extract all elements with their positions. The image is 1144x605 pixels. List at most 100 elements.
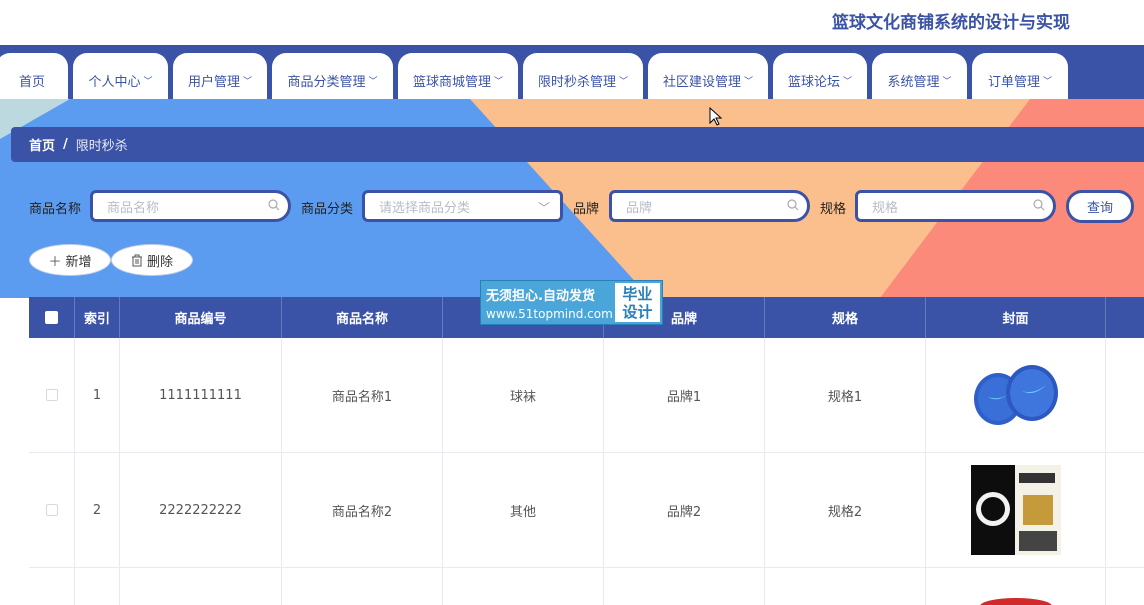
nav-item-label: 社区建设管理 [662,74,741,90]
index-cell: 1 [75,338,120,452]
chevron-down-icon: ﹀ [537,201,550,215]
nav-item-label: 限时秒杀管理 [537,74,616,90]
category-cell: 球袜 [443,338,604,452]
nav-item-label: 篮球论坛 [787,74,840,90]
watermark-badge-box: 毕业 设计 [614,283,660,322]
brand-cell: 品牌2 [604,453,765,567]
spec-cell [765,568,926,605]
mouse-cursor-icon [709,107,723,126]
top-bar: 篮球文化商铺系统的设计与实现 [0,0,1144,45]
breadcrumb-current: 限时秒杀 [75,139,128,154]
nav-item-flash-sale-mgmt[interactable]: 限时秒杀管理 ﹀ [523,53,643,99]
row-select-cell [29,453,75,567]
nav-item-mall-mgmt[interactable]: 篮球商城管理 ﹀ [398,53,518,99]
search-icon [787,199,799,211]
code-cell: 1111111111 [120,338,282,452]
site-title: 篮球文化商铺系统的设计与实现 [832,13,1070,33]
nav-item-users[interactable]: 用户管理 ﹀ [173,53,267,99]
product-name-placeholder: 商品名称 [107,200,160,216]
code-cell: 2222222222 [120,453,282,567]
nav-item-order-mgmt[interactable]: 订单管理 ﹀ [972,53,1068,99]
chevron-down-icon: ﹀ [243,76,253,87]
nav-item-label: 篮球商城管理 [412,74,491,90]
red-product-image[interactable] [976,594,1056,605]
delete-button-label: 删除 [146,254,173,270]
main-nav: 首页 个人中心 ﹀ 用户管理 ﹀ 商品分类管理 ﹀ 篮球商城管理 ﹀ 限时秒杀管理 ﹀ 社… [0,45,1144,99]
product-name-input[interactable]: 商品名称 [90,190,291,222]
category-select[interactable]: 请选择商品分类 ﹀ [362,190,563,222]
category-cell: 其他 [443,453,604,567]
watermark-badge-top: 毕业 [622,284,653,303]
chevron-down-icon: ﹀ [942,76,952,87]
nav-item-label: 用户管理 [187,74,240,90]
delete-button[interactable]: 删除 [111,244,193,276]
code-cell [120,568,282,605]
product-name-label: 商品名称 [29,202,82,217]
add-button[interactable]: ＋新增 [29,244,111,276]
index-cell [75,568,120,605]
spec-placeholder: 规格 [872,200,899,216]
nav-item-home[interactable]: 首页 [0,53,68,99]
select-all-checkbox[interactable] [45,311,58,324]
plus-icon: ＋ [48,254,62,270]
chevron-down-icon: ﹀ [843,76,853,87]
nav-item-system-mgmt[interactable]: 系统管理 ﹀ [872,53,967,99]
extra-cell [1106,338,1144,452]
breadcrumb: 首页 / 限时秒杀 [11,127,1144,162]
nav-item-category-mgmt[interactable]: 商品分类管理 ﹀ [272,53,393,99]
brand-cell [604,568,765,605]
table-row[interactable]: 1 1111111111 商品名称1 球袜 品牌1 规格1 [29,338,1144,453]
cover-cell [926,453,1106,567]
column-header[interactable]: 索引 [75,297,120,338]
trash-icon [131,254,142,266]
watermark-badge: 无须担心.自动发货 www.51topmind.com 毕业 设计 [480,280,663,325]
watermark-line2: www.51topmind.com [486,307,613,321]
chevron-down-icon: ﹀ [494,76,504,87]
column-header-extra [1106,297,1144,338]
breadcrumb-home[interactable]: 首页 [29,135,55,154]
brand-label: 品牌 [573,202,600,217]
extra-cell [1106,568,1144,605]
row-select-cell [29,338,75,452]
nav-item-community-mgmt[interactable]: 社区建设管理 ﹀ [648,53,768,99]
column-header[interactable]: 商品名称 [282,297,443,338]
brand-input[interactable]: 品牌 [609,190,810,222]
column-header[interactable]: 封面 [926,297,1106,338]
query-button[interactable]: 查询 [1066,190,1134,223]
nav-item-label: 商品分类管理 [287,74,366,90]
row-checkbox[interactable] [45,504,58,516]
brand-placeholder: 品牌 [626,200,653,216]
spec-input[interactable]: 规格 [855,190,1056,222]
column-header[interactable]: 商品编号 [120,297,282,338]
table-row[interactable] [29,568,1144,605]
brand-cell: 品牌1 [604,338,765,452]
query-button-label: 查询 [1086,201,1113,216]
nav-item-label: 首页 [18,74,45,90]
nav-item-forum[interactable]: 篮球论坛 ﹀ [773,53,867,99]
category-placeholder: 请选择商品分类 [379,200,471,216]
book-cover-image[interactable] [970,465,1061,555]
spec-cell: 规格1 [765,338,926,452]
nav-item-label: 系统管理 [887,74,940,90]
nav-item-profile[interactable]: 个人中心 ﹀ [73,53,168,99]
category-cell [443,568,604,605]
search-icon [268,199,280,211]
category-label: 商品分类 [301,202,354,217]
blue-wristband-image[interactable] [970,363,1062,427]
cover-cell [926,338,1106,452]
table-row[interactable]: 2 2222222222 商品名称2 其他 品牌2 规格2 [29,453,1144,568]
chevron-down-icon: ﹀ [619,76,629,87]
row-select-cell [29,568,75,605]
name-cell: 商品名称2 [282,453,443,567]
nav-item-label: 订单管理 [987,74,1040,90]
row-checkbox[interactable] [45,389,58,401]
watermark-text: 无须担心.自动发货 www.51topmind.com [481,281,613,324]
nav-item-label: 个人中心 [88,74,141,90]
chevron-down-icon: ﹀ [1043,76,1053,87]
chevron-down-icon: ﹀ [744,76,754,87]
spec-label: 规格 [820,202,847,217]
column-header[interactable]: 规格 [765,297,926,338]
add-button-label: 新增 [65,254,92,270]
name-cell [282,568,443,605]
chevron-down-icon: ﹀ [143,76,153,87]
